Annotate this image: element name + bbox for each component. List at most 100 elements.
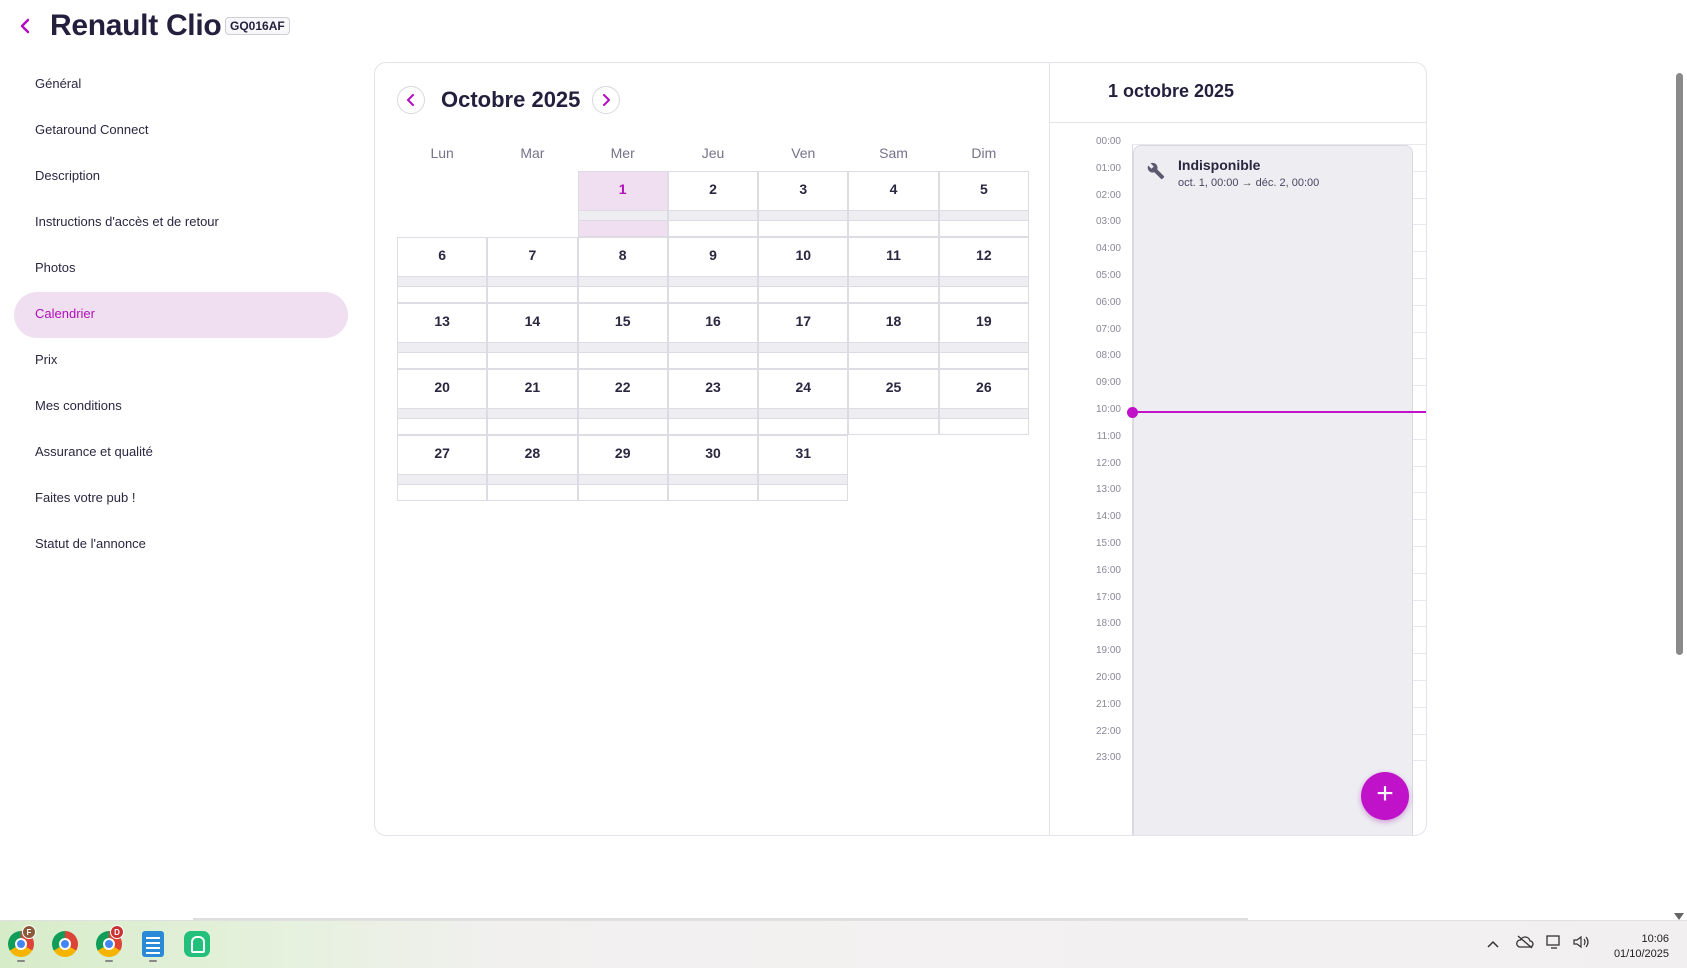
unavailability-strip xyxy=(397,409,488,419)
calendar-day-10[interactable]: 10 xyxy=(758,237,849,303)
calendar-day-9[interactable]: 9 xyxy=(667,237,759,303)
hour-label: 05:00 xyxy=(1095,270,1121,281)
notepad-app[interactable] xyxy=(140,931,166,962)
calendar-day-11[interactable]: 11 xyxy=(848,237,939,303)
hour-label: 19:00 xyxy=(1095,645,1121,657)
calendar-day-4[interactable]: 4 xyxy=(848,171,939,237)
chevron-up-icon[interactable] xyxy=(1487,937,1499,952)
day-cell-header: 31 xyxy=(758,435,849,475)
day-cell-footer xyxy=(938,353,1029,369)
page-header: Renault Clio GQ016AF xyxy=(0,0,1687,56)
chrome-profile-d-icon[interactable]: D xyxy=(96,925,124,962)
calendar-day-16[interactable]: 16 xyxy=(667,303,759,369)
sidebar-item-statut[interactable]: Statut de l'annonce xyxy=(14,522,348,568)
unavailability-strip xyxy=(577,211,668,221)
day-cell-footer xyxy=(487,485,578,501)
calendar-day-29[interactable]: 29 xyxy=(577,435,668,501)
day-cell-footer xyxy=(487,353,578,369)
calendar-day-1[interactable]: 1 xyxy=(577,171,668,237)
day-cell-footer xyxy=(487,419,578,435)
calendar-day-23[interactable]: 23 xyxy=(667,369,759,435)
vertical-scrollbar[interactable] xyxy=(1669,58,1687,920)
day-number: 31 xyxy=(795,445,812,461)
day-number: 25 xyxy=(885,379,902,395)
hour-label: 06:00 xyxy=(1095,296,1121,308)
sidebar-item-photos[interactable]: Photos xyxy=(14,246,348,292)
day-cell-footer xyxy=(667,485,759,501)
calendar-day-22[interactable]: 22 xyxy=(577,369,668,435)
day-cell-header: 1 xyxy=(577,171,668,211)
hour-label: 20:00 xyxy=(1095,672,1121,683)
back-button[interactable] xyxy=(18,14,38,38)
calendar-day-7[interactable]: 7 xyxy=(487,237,578,303)
unavailability-strip xyxy=(758,409,849,419)
day-cell-footer xyxy=(667,419,759,435)
network-icon[interactable] xyxy=(1546,935,1562,952)
hour-label: 01:00 xyxy=(1095,162,1121,174)
day-number: 22 xyxy=(614,379,631,395)
unavailability-strip xyxy=(577,475,668,485)
volume-icon[interactable] xyxy=(1572,935,1590,952)
calendar-day-8[interactable]: 8 xyxy=(577,237,668,303)
sidebar-item-assurance[interactable]: Assurance et qualité xyxy=(14,430,348,476)
next-month-button[interactable] xyxy=(592,86,620,114)
calendar-day-3[interactable]: 3 xyxy=(758,171,849,237)
day-number: 12 xyxy=(976,247,992,263)
calendar-day-6[interactable]: 6 xyxy=(397,237,488,303)
calendar-day-25[interactable]: 25 xyxy=(848,369,939,435)
calendar-day-19[interactable]: 19 xyxy=(938,303,1029,369)
unavailability-strip xyxy=(848,211,939,221)
sidebar-item-prix[interactable]: Prix xyxy=(14,338,348,384)
calendar-day-24[interactable]: 24 xyxy=(758,369,849,435)
calendar-day-18[interactable]: 18 xyxy=(848,303,939,369)
scroll-down-arrow-icon[interactable] xyxy=(1674,913,1684,920)
calendar-day-15[interactable]: 15 xyxy=(577,303,668,369)
calendar-day-31[interactable]: 31 xyxy=(758,435,849,501)
calendar-card: Octobre 2025 Lun Mar Mer Jeu Ven Sam Dim… xyxy=(374,62,1427,836)
day-cell-footer xyxy=(397,287,488,303)
sidebar-item-mes-conditions[interactable]: Mes conditions xyxy=(14,384,348,430)
calendar-day-30[interactable]: 30 xyxy=(667,435,759,501)
day-cell-header: 14 xyxy=(487,303,578,343)
unavailability-event[interactable]: Indisponible oct. 1, 00:00 → déc. 2, 00:… xyxy=(1133,145,1413,835)
calendar-day-26[interactable]: 26 xyxy=(938,369,1029,435)
calendar-day-21[interactable]: 21 xyxy=(487,369,578,435)
previous-month-button[interactable] xyxy=(397,86,425,114)
calendar-day-17[interactable]: 17 xyxy=(758,303,849,369)
sidebar-item-getaround-connect[interactable]: Getaround Connect xyxy=(14,108,348,154)
sidebar-item-instructions[interactable]: Instructions d'accès et de retour xyxy=(14,200,348,246)
chrome-profile-icon[interactable] xyxy=(52,931,78,957)
day-number: 3 xyxy=(799,181,808,197)
cloud-offline-icon[interactable] xyxy=(1516,935,1534,952)
add-event-button[interactable]: + xyxy=(1361,772,1409,820)
scrollbar-thumb[interactable] xyxy=(1676,73,1683,655)
chevron-left-icon xyxy=(407,94,414,106)
calendar-day-28[interactable]: 28 xyxy=(487,435,578,501)
day-number: 2 xyxy=(709,181,717,197)
taskbar: F D 10:06 01/10/2025 xyxy=(0,920,1687,968)
sidebar-item-general[interactable]: Général xyxy=(14,62,348,108)
month-view: Octobre 2025 Lun Mar Mer Jeu Ven Sam Dim… xyxy=(375,63,1049,835)
getaround-icon xyxy=(184,931,210,957)
weekday-label: Mar xyxy=(520,145,545,161)
day-cell-footer xyxy=(848,221,939,237)
calendar-day-2[interactable]: 2 xyxy=(667,171,759,237)
day-cell-header: 12 xyxy=(938,237,1029,277)
hour-label: 21:00 xyxy=(1095,698,1121,710)
sidebar-item-calendrier[interactable]: Calendrier xyxy=(14,292,348,338)
calendar-day-14[interactable]: 14 xyxy=(487,303,578,369)
getaround-app[interactable] xyxy=(184,931,210,957)
day-number: 18 xyxy=(885,313,902,329)
sidebar-item-pub[interactable]: Faites votre pub ! xyxy=(14,476,348,522)
day-cell-header: 24 xyxy=(758,369,849,409)
chrome-profile-f-icon[interactable]: F xyxy=(8,925,36,962)
system-clock[interactable]: 10:06 01/10/2025 xyxy=(1614,932,1669,962)
hour-label: 08:00 xyxy=(1095,350,1121,362)
calendar-day-5[interactable]: 5 xyxy=(938,171,1029,237)
calendar-day-13[interactable]: 13 xyxy=(397,303,488,369)
hour-label: 11:00 xyxy=(1096,430,1121,442)
calendar-day-20[interactable]: 20 xyxy=(397,369,488,435)
calendar-day-27[interactable]: 27 xyxy=(397,435,488,501)
sidebar-item-description[interactable]: Description xyxy=(14,154,348,200)
calendar-day-12[interactable]: 12 xyxy=(938,237,1029,303)
